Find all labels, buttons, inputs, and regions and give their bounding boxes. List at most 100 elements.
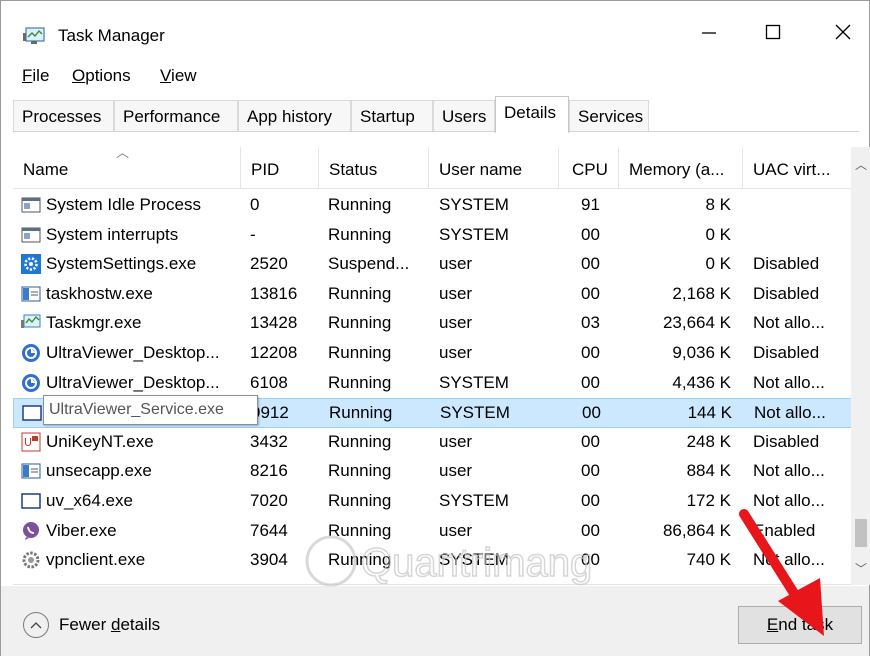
uac-virtualization-cell: Disabled [753,283,820,303]
menu-file[interactable]: File [22,66,49,86]
tab-details[interactable]: Details [495,96,569,133]
uac-virtualization-cell: Disabled [753,431,820,451]
viber-icon [21,521,41,541]
cpu-cell: 00 [581,520,600,540]
task-manager-app-icon [23,27,45,44]
table-row[interactable]: System interrupts - Running SYSTEM 00 0 K [13,221,859,251]
table-row[interactable]: uv_x64.exe 7020 Running SYSTEM 00 172 K Not al… [13,487,859,517]
memory-cell: 172 K [686,491,731,510]
column-header-memory[interactable]: Memory (a... [619,147,743,189]
process-name-cell: System interrupts [46,224,179,244]
memory-cell: 884 K [686,461,731,481]
status-cell: Running [328,313,392,333]
uac-virtualization-cell: Disabled [753,343,820,362]
status-cell: Running [328,224,392,244]
cpu-cell: 00 [581,461,600,481]
column-header-status[interactable]: Status [319,147,429,189]
sort-ascending-icon: ︿ [116,147,130,160]
user-name-cell: SYSTEM [439,372,509,392]
status-cell: Running [328,491,392,510]
cpu-cell: 00 [581,372,600,392]
table-row[interactable]: UltraViewer_Desktop... 12208 Running user 00… [13,339,859,369]
process-name-cell: taskhostw.exe [46,283,153,303]
process-name-cell: UniKeyNT.exe [46,431,154,451]
column-header-user-name[interactable]: User name [429,147,559,189]
pid-cell: 9912 [251,403,289,423]
uac-virtualization-cell: Not allo... [753,461,825,481]
table-row[interactable]: SystemSettings.exe 2520 Suspend... user 00 0 … [13,250,859,280]
column-header-pid[interactable]: PID [241,147,319,189]
app-window-icon [21,461,41,481]
status-cell: Running [328,283,392,303]
title-bar[interactable]: Task Manager [1,1,869,53]
status-cell: Running [328,431,392,451]
menu-options[interactable]: Options [72,66,131,86]
uac-virtualization-cell: Not allo... [754,403,826,423]
table-row[interactable]: unsecapp.exe 8216 Running user 00 884 K Not al… [13,457,859,487]
column-header-name[interactable]: ︿ Name [13,147,241,189]
table-row[interactable]: vpnclient.exe 3904 Running SYSTEM 00 740 K Not… [13,546,859,576]
close-button[interactable] [820,15,866,49]
process-details-list[interactable]: ︿ Name PID Status User name CPU Memory (… [13,147,870,585]
scroll-up-icon[interactable]: ︿ [851,147,870,181]
pid-cell: 0 [250,195,260,214]
tab-users[interactable]: Users [433,100,495,132]
app-window-icon [21,284,41,304]
column-header-uac-virtualization[interactable]: UAC virt... [743,147,853,189]
footer-bar: Fewer details End task [1,586,869,656]
process-name-cell: System Idle Process [46,195,201,214]
table-row[interactable]: UltraViewer_Desktop... 6108 Running SYSTEM 0… [13,369,859,399]
user-name-cell: user [439,313,473,333]
svg-text:U: U [24,436,32,449]
tab-startup[interactable]: Startup [351,100,433,132]
tab-processes[interactable]: Processes [13,100,114,132]
column-header-cpu[interactable]: CPU [559,147,619,189]
tab-performance[interactable]: Performance [114,100,238,132]
fewer-details-button[interactable]: Fewer details [23,612,160,638]
minimize-button[interactable] [686,15,732,49]
memory-cell: 248 K [686,431,731,451]
chevron-up-circle-icon [23,612,49,638]
table-row[interactable]: Viber.exe 7644 Running user 00 86,864 K Enable… [13,517,859,547]
table-row[interactable]: U UniKeyNT.exe 3432 Running user 00 248 K Disab… [13,428,859,458]
table-row[interactable]: taskhostw.exe 13816 Running user 00 2,168 K Di… [13,280,859,310]
memory-cell: 4,436 K [672,372,731,392]
settings-gear-icon [21,254,41,275]
memory-cell: 740 K [686,550,731,570]
memory-cell: 8 K [705,195,731,214]
maximize-button[interactable] [750,15,796,49]
cpu-cell: 00 [581,550,600,570]
pid-cell: 12208 [250,343,298,362]
pid-cell: 3904 [250,550,288,570]
uac-virtualization-cell: Not allo... [753,372,825,392]
table-row[interactable]: Taskmgr.exe 13428 Running user 03 23,664 K Not… [13,309,859,339]
user-name-cell: user [439,520,473,540]
menu-bar: File Options View [1,63,869,91]
uac-virtualization-cell: Enabled [753,520,816,540]
window-icon [21,225,41,245]
memory-cell: 144 K [687,403,732,423]
pid-cell: - [250,224,256,244]
user-name-cell: user [439,283,473,303]
uac-virtualization-cell: Not allo... [753,550,825,570]
end-task-button[interactable]: End task [738,606,862,644]
pid-cell: 8216 [250,461,288,481]
process-name-cell: vpnclient.exe [46,550,146,570]
tab-services[interactable]: Services [569,100,649,132]
tab-app-history[interactable]: App history [238,100,351,132]
menu-view[interactable]: View [160,66,197,86]
task-manager-icon [21,313,41,333]
table-row[interactable]: System Idle Process 0 Running SYSTEM 91 8 K [13,191,859,221]
ultraviewer-icon [21,343,41,363]
process-name-cell: uv_x64.exe [46,491,133,510]
vertical-scrollbar[interactable]: ︿ ﹀ [851,147,870,585]
cpu-cell: 00 [581,254,600,274]
scroll-down-icon[interactable]: ﹀ [851,551,870,585]
scrollbar-thumb[interactable] [855,519,867,547]
uac-virtualization-cell: Not allo... [753,491,825,510]
memory-cell: 0 K [705,224,731,244]
cpu-cell: 00 [581,343,600,362]
task-manager-window: Task Manager File Options View Processes… [0,0,870,656]
cpu-cell: 00 [582,403,601,423]
pid-cell: 13816 [250,283,298,303]
